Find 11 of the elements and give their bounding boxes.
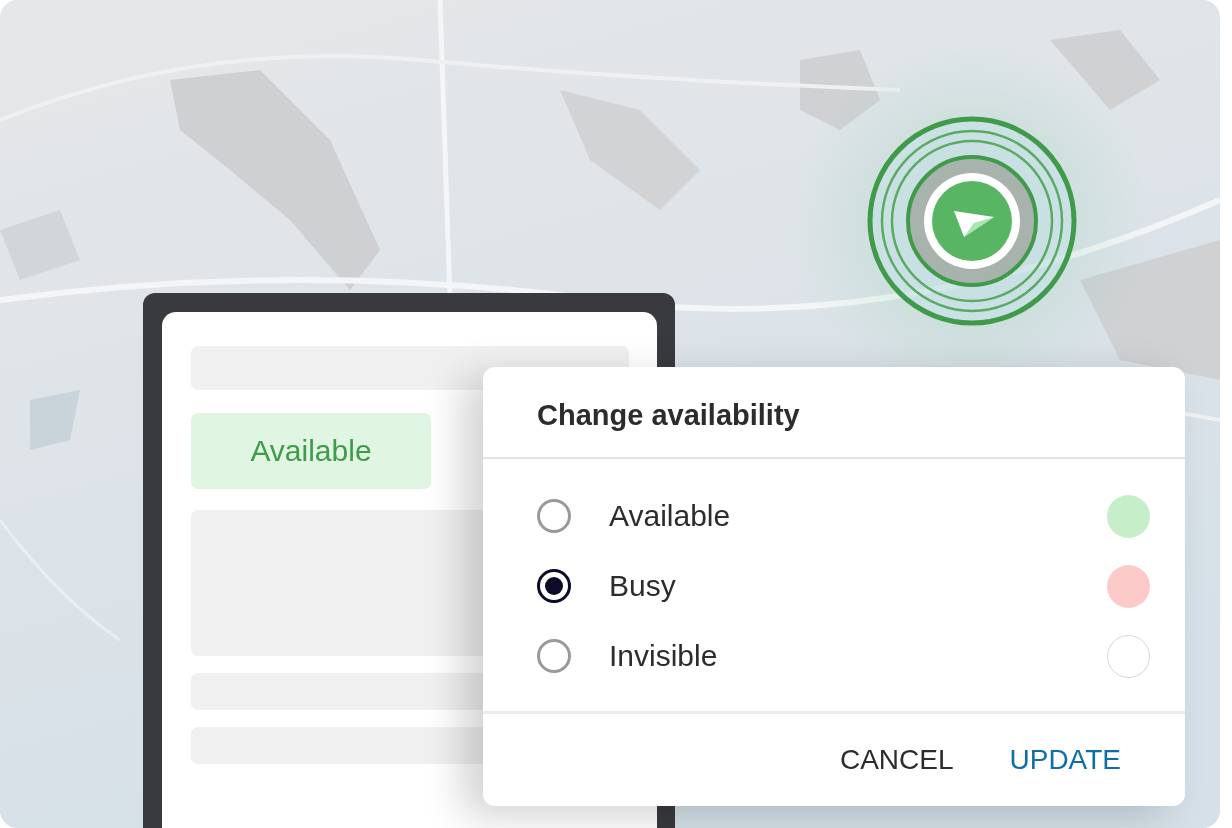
- radio-button[interactable]: [537, 569, 571, 603]
- update-button[interactable]: UPDATE: [1009, 744, 1121, 776]
- option-label[interactable]: Available: [609, 499, 1107, 533]
- location-marker-icon: [866, 115, 1078, 327]
- option-label[interactable]: Invisible: [609, 639, 1107, 673]
- dialog-title: Change availability: [483, 367, 1185, 459]
- radio-button[interactable]: [537, 499, 571, 533]
- cancel-button[interactable]: CANCEL: [839, 744, 954, 776]
- radio-button[interactable]: [537, 639, 571, 673]
- option-label[interactable]: Busy: [609, 569, 1107, 603]
- status-badge: Available: [191, 413, 431, 489]
